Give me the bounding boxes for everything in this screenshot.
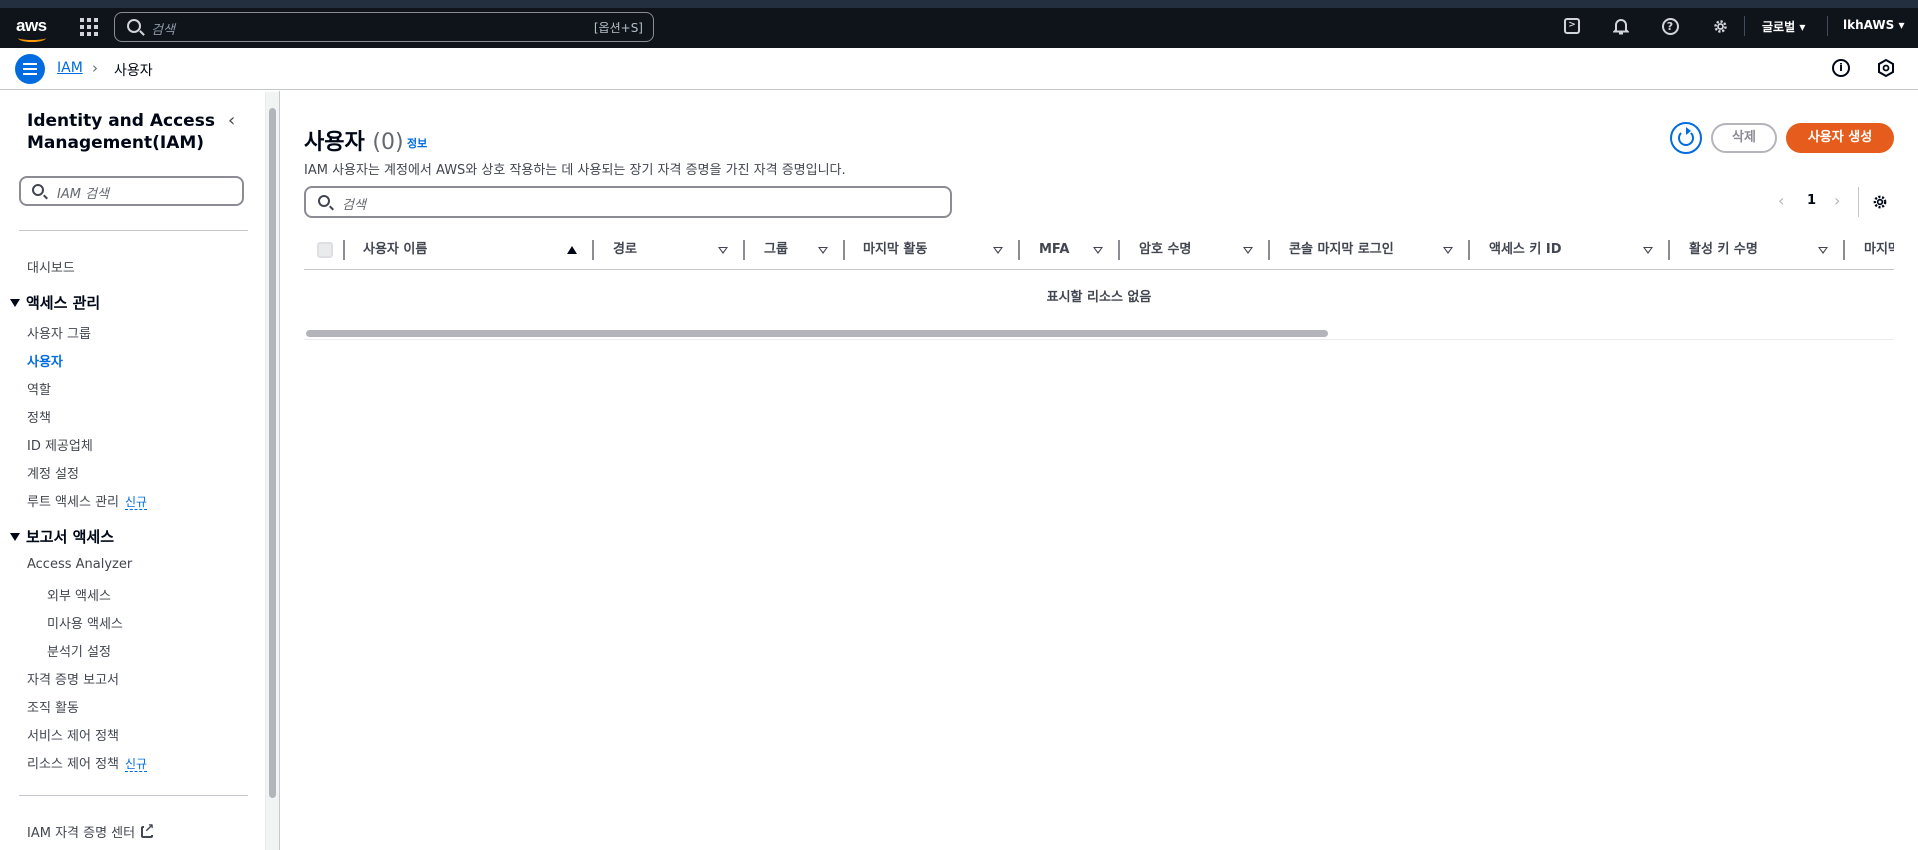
external-link-icon bbox=[141, 821, 155, 838]
column-header-password-age[interactable]: 암호 수명 bbox=[1139, 234, 1191, 266]
breadcrumb-iam-link[interactable]: IAM bbox=[57, 60, 83, 76]
create-user-button[interactable]: 사용자 생성 bbox=[1786, 123, 1894, 153]
sidebar-item-service-control-policies[interactable]: 서비스 제어 정책 bbox=[27, 725, 119, 744]
sidebar-item-resource-control-policies[interactable]: 리소스 제어 정책 신규 bbox=[27, 753, 148, 772]
sidebar-search-placeholder: IAM 검색 bbox=[57, 187, 109, 202]
users-table-header: 사용자 이름 경로 그룹 마지막 활동 MFA 암호 수명 콘솔 마지막 로그인… bbox=[304, 234, 1894, 270]
account-label: lkhAWS bbox=[1843, 18, 1895, 32]
column-header-mfa[interactable]: MFA bbox=[1039, 234, 1069, 266]
sort-icon[interactable] bbox=[1818, 247, 1828, 254]
previous-page-icon[interactable]: ‹ bbox=[1778, 191, 1784, 210]
sidebar-section-reports[interactable]: 보고서 액세스 bbox=[10, 526, 114, 547]
sort-icon[interactable] bbox=[718, 247, 728, 254]
side-navigation-toggle[interactable] bbox=[15, 54, 45, 84]
next-page-icon[interactable]: › bbox=[1834, 191, 1840, 210]
refresh-icon bbox=[1678, 127, 1694, 146]
top-navigation: aws 검색 [옵션+S] > ? 글로벌 ▾ lkhAWS ▾ bbox=[0, 0, 1918, 48]
sidebar-item-credential-report[interactable]: 자격 증명 보고서 bbox=[27, 669, 119, 688]
sidebar-item-external-access[interactable]: 외부 액세스 bbox=[47, 585, 111, 604]
account-menu[interactable]: lkhAWS ▾ bbox=[1843, 18, 1904, 32]
bell-icon bbox=[1613, 18, 1629, 34]
sidebar-item-policies[interactable]: 정책 bbox=[27, 407, 51, 426]
sidebar-item-identity-center[interactable]: IAM 자격 증명 센터 bbox=[27, 821, 155, 841]
info-panel-icon[interactable]: i bbox=[1832, 59, 1850, 77]
sidebar-item-users[interactable]: 사용자 bbox=[27, 351, 63, 370]
security-hex-icon[interactable] bbox=[1877, 59, 1895, 77]
notifications-button[interactable] bbox=[1611, 16, 1631, 36]
table-horizontal-scrollbar[interactable] bbox=[306, 330, 1328, 337]
table-search-input[interactable]: 검색 bbox=[304, 186, 952, 218]
sidebar-item-user-groups[interactable]: 사용자 그룹 bbox=[27, 323, 91, 342]
sidebar-item-unused-access[interactable]: 미사용 액세스 bbox=[47, 613, 123, 632]
settings-button[interactable] bbox=[1710, 16, 1730, 36]
sidebar-item-account-settings[interactable]: 계정 설정 bbox=[27, 463, 79, 482]
new-badge[interactable]: 신규 bbox=[125, 757, 148, 772]
search-shortcut-hint: [옵션+S] bbox=[593, 21, 643, 35]
sort-ascending-icon[interactable] bbox=[567, 246, 577, 254]
sort-icon[interactable] bbox=[1643, 247, 1653, 254]
refresh-button[interactable] bbox=[1670, 122, 1702, 154]
info-link[interactable]: 정보 bbox=[407, 135, 427, 151]
help-icon: ? bbox=[1661, 17, 1679, 35]
breadcrumb-current: 사용자 bbox=[114, 63, 153, 79]
column-header-last-used[interactable]: 마지막 ▼ bbox=[1864, 234, 1894, 266]
sort-icon[interactable] bbox=[1443, 247, 1453, 254]
select-all-checkbox[interactable] bbox=[317, 242, 333, 258]
empty-table-message: 표시할 리소스 없음 bbox=[1046, 290, 1152, 305]
region-selector[interactable]: 글로벌 ▾ bbox=[1762, 18, 1805, 35]
column-header-active-key-age[interactable]: 활성 키 수명 bbox=[1689, 234, 1758, 266]
global-search-placeholder: 검색 bbox=[151, 23, 175, 38]
page-description: IAM 사용자는 계정에서 AWS와 상호 작용하는 데 사용되는 장기 자격 … bbox=[304, 163, 846, 178]
sidebar-collapse-icon[interactable]: ‹ bbox=[228, 110, 235, 131]
caret-down-icon bbox=[10, 533, 20, 541]
sidebar-item-identity-providers[interactable]: ID 제공업체 bbox=[27, 435, 93, 454]
chevron-down-icon: ▾ bbox=[1898, 18, 1905, 32]
sidebar-item-analyzer-settings[interactable]: 분석기 설정 bbox=[47, 641, 111, 660]
new-badge[interactable]: 신규 bbox=[125, 495, 148, 510]
aws-logo[interactable]: aws bbox=[16, 16, 50, 44]
sidebar-item-dashboard[interactable]: 대시보드 bbox=[27, 257, 75, 276]
page-number[interactable]: 1 bbox=[1807, 193, 1816, 208]
delete-button[interactable]: 삭제 bbox=[1711, 123, 1777, 153]
sort-icon[interactable] bbox=[818, 247, 828, 254]
table-preferences-gear-icon[interactable] bbox=[1872, 194, 1888, 210]
help-button[interactable]: ? bbox=[1660, 16, 1680, 36]
cloudshell-button[interactable]: > bbox=[1562, 16, 1582, 36]
caret-down-icon bbox=[10, 299, 20, 307]
chevron-down-icon: ▾ bbox=[1799, 20, 1806, 34]
sort-icon[interactable] bbox=[1093, 247, 1103, 254]
page-title: 사용자 (0) bbox=[304, 130, 404, 155]
column-header-access-key-id[interactable]: 액세스 키 ID bbox=[1489, 234, 1562, 266]
sidebar-search-input[interactable]: IAM 검색 bbox=[19, 176, 244, 206]
search-icon bbox=[127, 19, 141, 33]
gear-icon bbox=[1713, 19, 1727, 33]
column-header-groups[interactable]: 그룹 bbox=[764, 234, 788, 266]
table-search-placeholder: 검색 bbox=[342, 198, 366, 213]
global-search-input[interactable]: 검색 [옵션+S] bbox=[114, 12, 654, 42]
sidebar-item-root-access[interactable]: 루트 액세스 관리 신규 bbox=[27, 491, 148, 510]
sidebar-scrollbar[interactable] bbox=[265, 92, 279, 850]
sidebar-item-roles[interactable]: 역할 bbox=[27, 379, 51, 398]
sidebar-item-organization-activity[interactable]: 조직 활동 bbox=[27, 697, 79, 716]
sort-icon[interactable] bbox=[993, 247, 1003, 254]
sort-icon[interactable] bbox=[1243, 247, 1253, 254]
column-header-user-name[interactable]: 사용자 이름 bbox=[363, 234, 427, 266]
column-header-path[interactable]: 경로 bbox=[613, 234, 637, 266]
user-count: (0) bbox=[372, 130, 404, 155]
sidebar-section-access[interactable]: 액세스 관리 bbox=[10, 292, 100, 313]
search-icon bbox=[32, 184, 44, 196]
chevron-right-icon: › bbox=[92, 59, 98, 77]
terminal-icon: > bbox=[1564, 18, 1580, 34]
breadcrumb-bar: IAM › 사용자 i bbox=[0, 48, 1918, 90]
column-header-console-last-sign-in[interactable]: 콘솔 마지막 로그인 bbox=[1289, 234, 1394, 266]
services-menu-icon[interactable] bbox=[80, 18, 98, 36]
search-icon bbox=[318, 195, 330, 207]
sidebar-title[interactable]: Identity and Access Management(IAM) bbox=[27, 110, 227, 154]
column-header-last-activity[interactable]: 마지막 활동 bbox=[863, 234, 927, 266]
sidebar-item-access-analyzer[interactable]: Access Analyzer bbox=[27, 557, 132, 572]
region-label: 글로벌 bbox=[1762, 20, 1796, 34]
